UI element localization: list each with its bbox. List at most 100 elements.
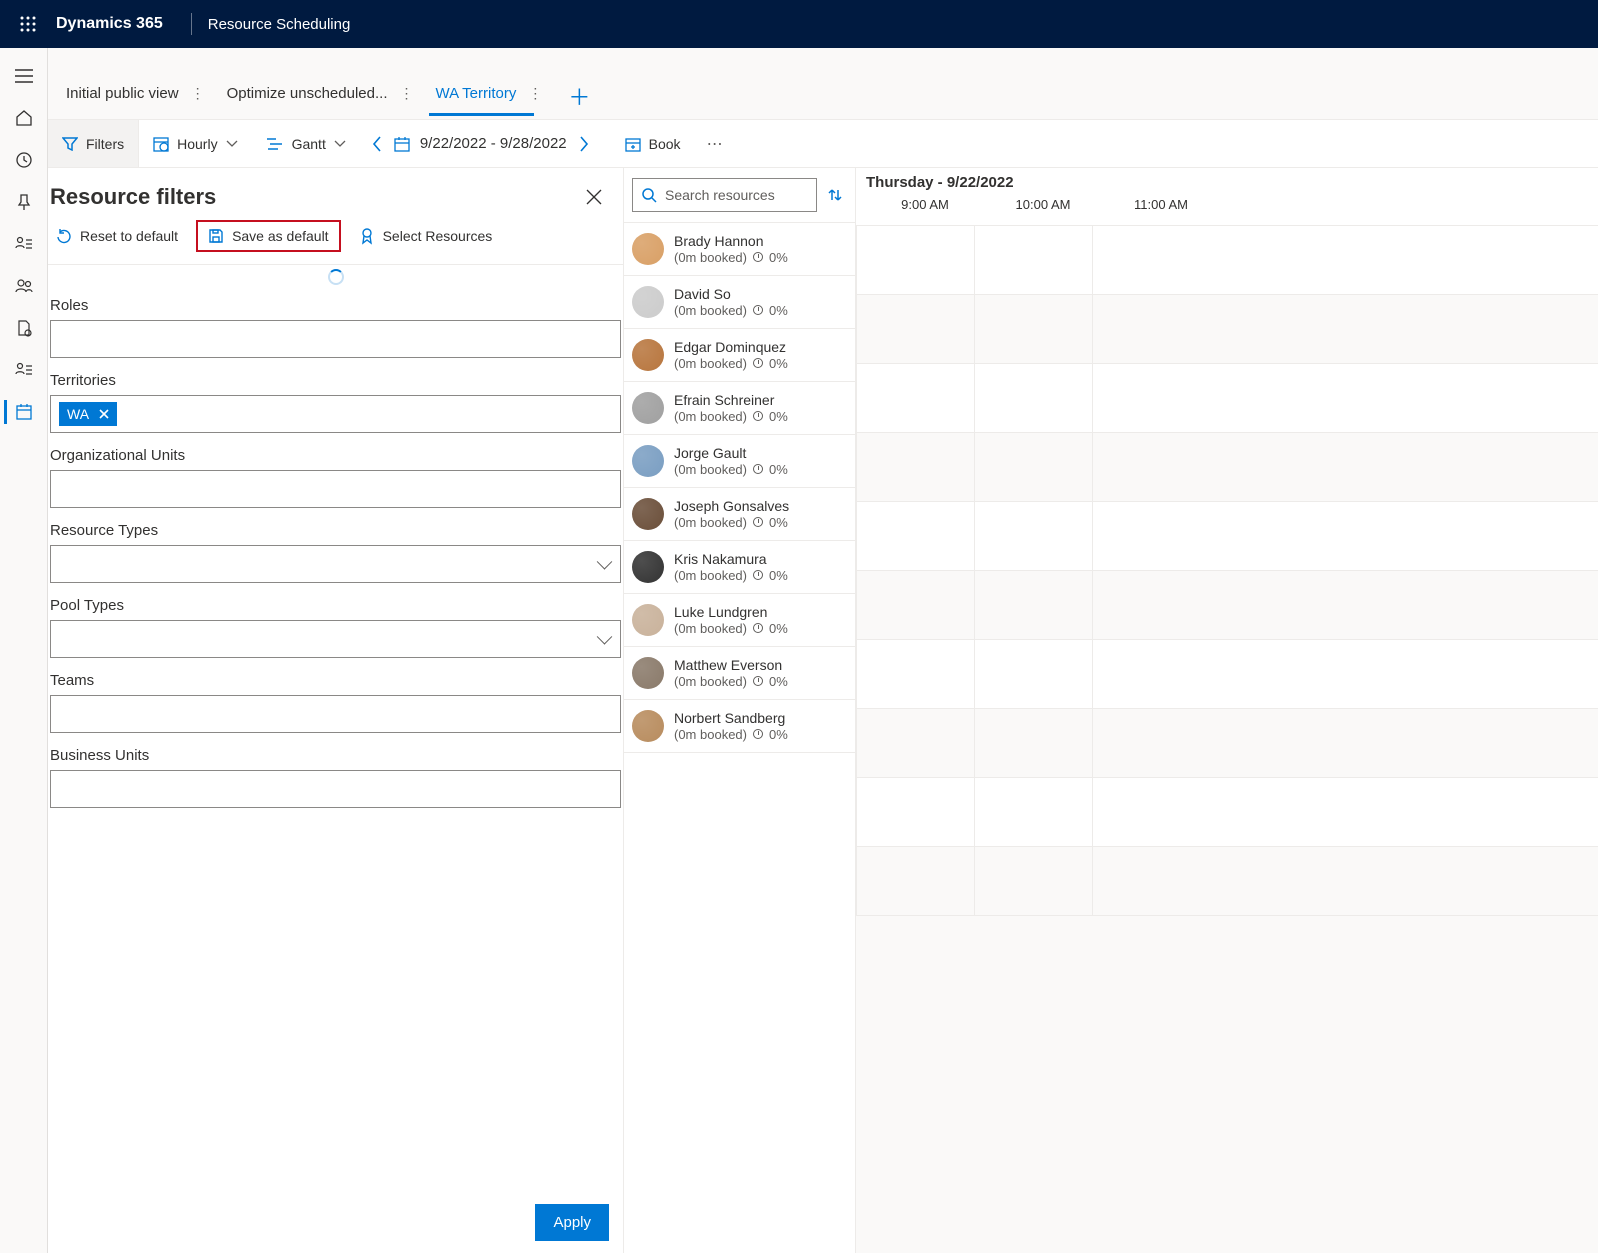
nav-document-icon[interactable] (4, 308, 44, 348)
clock-icon (753, 358, 763, 368)
select-resources-label: Select Resources (383, 228, 493, 244)
timeline-row[interactable] (856, 502, 1598, 571)
timeline-cell[interactable] (974, 640, 1092, 708)
timeline-cell[interactable] (974, 709, 1092, 777)
prev-date-button[interactable] (360, 136, 394, 152)
tab-optimize-unscheduled[interactable]: Optimize unscheduled... ⋮ (221, 75, 424, 116)
timescale-dropdown[interactable]: Hourly (139, 120, 251, 167)
timeline-cell[interactable] (974, 571, 1092, 639)
resource-row[interactable]: Kris Nakamura (0m booked) 0% (624, 541, 855, 594)
resource-row[interactable]: Joseph Gonsalves (0m booked) 0% (624, 488, 855, 541)
tab-initial-public-view[interactable]: Initial public view ⋮ (60, 75, 215, 116)
timeline-row[interactable] (856, 778, 1598, 847)
apply-button[interactable]: Apply (535, 1204, 609, 1241)
resource-row[interactable]: Edgar Dominquez (0m booked) 0% (624, 329, 855, 382)
avatar (632, 286, 664, 318)
timeline-cell[interactable] (856, 847, 974, 915)
resource-row[interactable]: David So (0m booked) 0% (624, 276, 855, 329)
timeline-cell[interactable] (974, 502, 1092, 570)
timeline-row[interactable] (856, 226, 1598, 295)
next-date-button[interactable] (567, 136, 601, 152)
book-button[interactable]: Book (611, 120, 695, 167)
timeline-row[interactable] (856, 640, 1598, 709)
timeline-cell[interactable] (1092, 226, 1210, 294)
resource-row[interactable]: Efrain Schreiner (0m booked) 0% (624, 382, 855, 435)
org-units-input[interactable] (50, 470, 621, 508)
timeline-cell[interactable] (974, 226, 1092, 294)
timeline-cell[interactable] (856, 709, 974, 777)
tab-add-button[interactable]: ＋ (558, 76, 600, 116)
nav-people-icon[interactable] (4, 266, 44, 306)
save-as-default-button[interactable]: Save as default (196, 220, 341, 252)
timeline-cell[interactable] (1092, 433, 1210, 501)
business-units-input[interactable] (50, 770, 621, 808)
reset-to-default-button[interactable]: Reset to default (48, 224, 186, 248)
tab-menu-icon[interactable]: ⋮ (524, 85, 546, 102)
timeline-row[interactable] (856, 709, 1598, 778)
nav-schedule-board-icon[interactable] (4, 392, 44, 432)
timeline-cell[interactable] (1092, 709, 1210, 777)
timeline-cell[interactable] (1092, 640, 1210, 708)
close-icon[interactable] (577, 184, 611, 210)
resource-name: Luke Lundgren (674, 604, 788, 621)
timeline-cell[interactable] (1092, 847, 1210, 915)
timeline-cell[interactable] (1092, 502, 1210, 570)
timeline-cell[interactable] (856, 502, 974, 570)
nav-home-icon[interactable] (4, 98, 44, 138)
teams-input[interactable] (50, 695, 621, 733)
sort-button[interactable] (823, 183, 847, 207)
tab-wa-territory[interactable]: WA Territory ⋮ (429, 75, 552, 116)
pool-types-select[interactable] (50, 620, 621, 658)
resource-row[interactable]: Norbert Sandberg (0m booked) 0% (624, 700, 855, 753)
resource-row[interactable]: Luke Lundgren (0m booked) 0% (624, 594, 855, 647)
timeline-cell[interactable] (974, 433, 1092, 501)
nav-people-list-icon[interactable] (4, 224, 44, 264)
nav-pinned-icon[interactable] (4, 182, 44, 222)
more-actions-button[interactable]: ⋯ (695, 134, 737, 154)
tab-label: Initial public view (66, 85, 179, 102)
resource-row[interactable]: Jorge Gault (0m booked) 0% (624, 435, 855, 488)
timeline-row[interactable] (856, 571, 1598, 640)
resource-types-select[interactable] (50, 545, 621, 583)
timeline-row[interactable] (856, 433, 1598, 502)
search-resources-input[interactable]: Search resources (632, 178, 817, 212)
timeline-cell[interactable] (974, 364, 1092, 432)
roles-input[interactable] (50, 320, 621, 358)
timeline-cell[interactable] (1092, 571, 1210, 639)
territories-input[interactable]: WA (50, 395, 621, 433)
timeline-row[interactable] (856, 847, 1598, 916)
resource-name: Norbert Sandberg (674, 710, 788, 727)
timeline-day-label: Thursday - 9/22/2022 (866, 174, 1598, 191)
timeline-cell[interactable] (974, 295, 1092, 363)
timeline-cell[interactable] (1092, 295, 1210, 363)
select-resources-button[interactable]: Select Resources (351, 223, 501, 249)
timeline-cell[interactable] (856, 433, 974, 501)
area-label[interactable]: Resource Scheduling (208, 16, 351, 33)
timeline-cell[interactable] (974, 778, 1092, 846)
brand-label[interactable]: Dynamics 365 (56, 15, 163, 33)
timeline-row[interactable] (856, 364, 1598, 433)
tab-menu-icon[interactable]: ⋮ (395, 85, 417, 102)
timeline-cell[interactable] (1092, 364, 1210, 432)
timeline-cell[interactable] (856, 295, 974, 363)
filters-button[interactable]: Filters (48, 120, 139, 167)
nav-list-icon[interactable] (4, 350, 44, 390)
resource-row[interactable]: Matthew Everson (0m booked) 0% (624, 647, 855, 700)
timeline-cell[interactable] (1092, 778, 1210, 846)
timeline-cell[interactable] (856, 571, 974, 639)
timeline-cell[interactable] (856, 640, 974, 708)
view-dropdown[interactable]: Gantt (252, 120, 360, 167)
app-launcher-icon[interactable] (8, 4, 48, 44)
tab-menu-icon[interactable]: ⋮ (187, 85, 209, 102)
timeline-cell[interactable] (856, 364, 974, 432)
resource-row[interactable]: Brady Hannon (0m booked) 0% (624, 223, 855, 276)
nav-recent-icon[interactable] (4, 140, 44, 180)
date-range-picker[interactable]: 9/22/2022 - 9/28/2022 (394, 135, 567, 152)
chip-remove-icon[interactable] (99, 409, 109, 419)
timeline-cell[interactable] (856, 778, 974, 846)
timeline-cell[interactable] (856, 226, 974, 294)
timeline-row[interactable] (856, 295, 1598, 364)
timeline-cell[interactable] (974, 847, 1092, 915)
territory-chip[interactable]: WA (59, 402, 117, 426)
nav-hamburger-icon[interactable] (4, 56, 44, 96)
